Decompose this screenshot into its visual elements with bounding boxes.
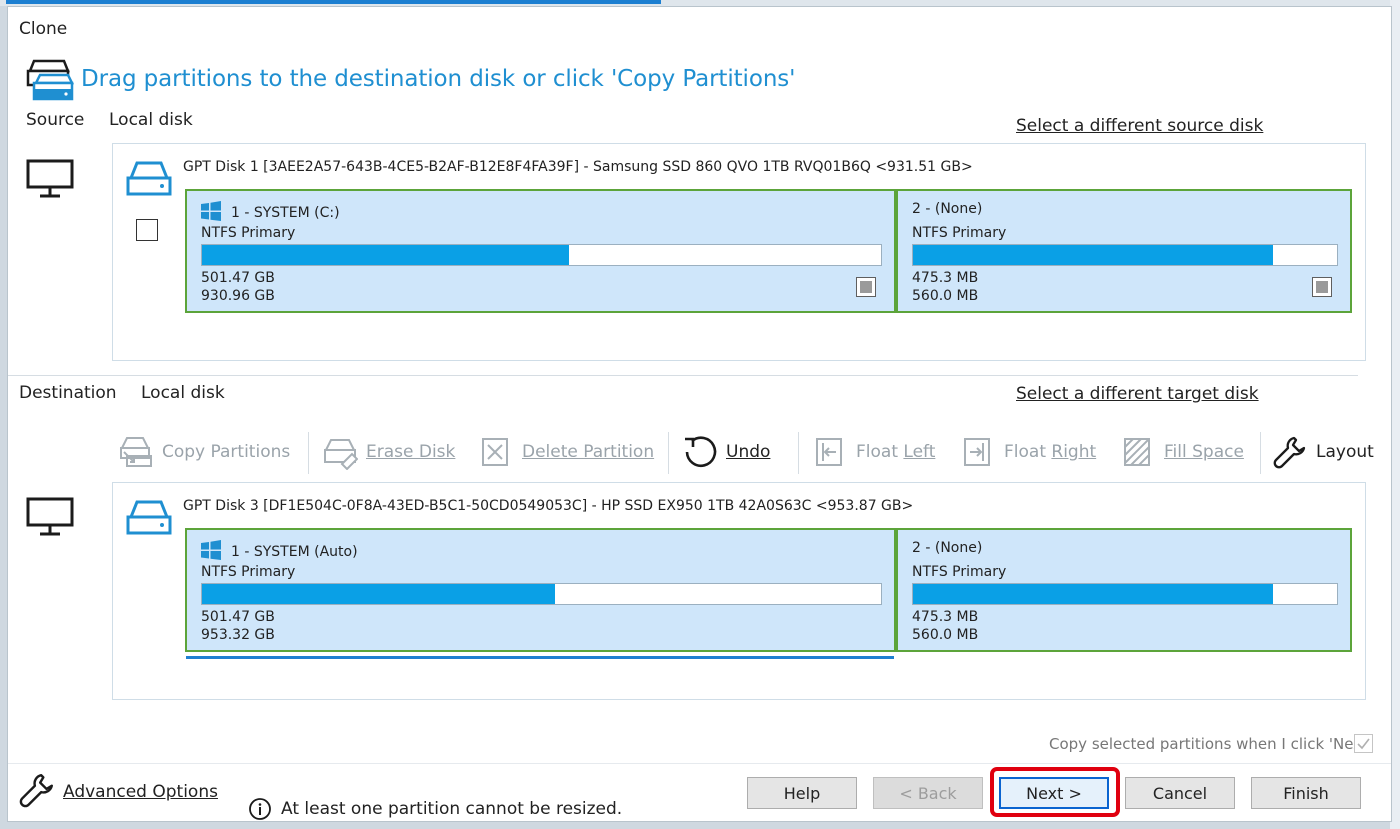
toolbar-separator	[308, 432, 309, 474]
destination-disk-title: GPT Disk 3 [DF1E504C-0F8A-43ED-B5C1-50CD…	[183, 498, 914, 514]
float-left-icon	[816, 438, 842, 466]
partition-name: 1 - SYSTEM (C:)	[201, 201, 340, 221]
undo-button[interactable]: Undo	[682, 432, 770, 472]
partition-usage-bar	[201, 583, 882, 605]
partition-name: 2 - (None)	[912, 540, 983, 556]
partition-usage-bar	[201, 244, 882, 266]
select-target-disk-link[interactable]: Select a different target disk	[1016, 384, 1259, 404]
undo-icon	[685, 436, 717, 468]
partition-usage-bar	[912, 244, 1338, 266]
source-disk-type: Local disk	[109, 110, 193, 130]
float-right-button[interactable]: Float Right	[960, 432, 1096, 472]
fill-space-button[interactable]: Fill Space	[1120, 432, 1244, 472]
float-right-icon	[964, 438, 990, 466]
partition-name: 2 - (None)	[912, 201, 983, 217]
copy-selected-label: Copy selected partitions when I click 'N…	[1049, 735, 1373, 753]
destination-label: Destination	[19, 383, 117, 403]
resize-warning-text: At least one partition cannot be resized…	[281, 799, 623, 819]
windows-icon	[201, 540, 221, 560]
toolbar-separator	[1260, 432, 1261, 474]
computer-icon	[26, 497, 74, 536]
dialog-title: Clone	[19, 19, 68, 39]
partition-checkbox[interactable]	[1312, 277, 1332, 297]
help-button[interactable]: Help	[747, 777, 857, 809]
source-disk-checkbox[interactable]	[136, 219, 158, 241]
disk-drive-icon	[126, 161, 172, 196]
partition-type: NTFS Primary	[201, 564, 296, 580]
delete-partition-button[interactable]: Delete Partition	[478, 432, 654, 472]
source-disk-panel: GPT Disk 1 [3AEE2A57-643B-4CE5-B2AF-B12E…	[112, 143, 1366, 361]
instruction-header: Drag partitions to the destination disk …	[81, 66, 796, 92]
section-divider	[8, 375, 1358, 376]
finish-button[interactable]: Finish	[1251, 777, 1361, 809]
toolbar-separator	[798, 432, 799, 474]
partition-checkbox[interactable]	[856, 277, 876, 297]
layout-button[interactable]: Layout	[1272, 432, 1374, 472]
clone-disks-icon	[26, 59, 75, 101]
partition-total-size: 953.32 GB	[201, 627, 275, 643]
disk-drive-icon	[126, 500, 172, 535]
partition-total-size: 930.96 GB	[201, 288, 275, 304]
clone-dialog: Clone Drag partitions to the destination…	[7, 6, 1392, 822]
copy-partitions-icon	[120, 437, 152, 467]
partition-used-size: 501.47 GB	[201, 609, 275, 625]
toolbar-separator	[668, 432, 669, 474]
windows-icon	[201, 201, 221, 221]
destination-partition-1[interactable]: 1 - SYSTEM (Auto) NTFS Primary 501.47 GB…	[185, 528, 896, 652]
wrench-icon	[1273, 436, 1306, 469]
source-partition-1[interactable]: 1 - SYSTEM (C:) NTFS Primary 501.47 GB 9…	[185, 189, 896, 313]
destination-partition-2[interactable]: 2 - (None) NTFS Primary 475.3 MB 560.0 M…	[896, 528, 1352, 652]
fill-space-icon	[1124, 438, 1150, 466]
source-label: Source	[26, 110, 85, 130]
computer-icon	[26, 159, 74, 198]
next-button-highlight	[990, 767, 1120, 817]
partition-usage-bar	[912, 583, 1338, 605]
advanced-options-link[interactable]: Advanced Options	[63, 782, 218, 802]
wrench-icon	[19, 774, 53, 808]
erase-disk-button[interactable]: Erase Disk	[322, 432, 455, 472]
partition-used-size: 475.3 MB	[912, 609, 979, 625]
delete-partition-icon	[482, 438, 508, 466]
copy-partitions-button[interactable]: Copy Partitions	[118, 432, 290, 472]
partition-type: NTFS Primary	[912, 564, 1007, 580]
partition-total-size: 560.0 MB	[912, 627, 979, 643]
select-source-disk-link[interactable]: Select a different source disk	[1016, 116, 1263, 136]
destination-disk-type: Local disk	[141, 383, 225, 403]
back-button[interactable]: < Back	[873, 777, 983, 809]
cancel-button[interactable]: Cancel	[1125, 777, 1235, 809]
background-accent-line	[6, 0, 661, 4]
footer-divider	[8, 763, 1391, 764]
partition-selection-underline	[186, 656, 894, 659]
float-left-button[interactable]: Float Left	[812, 432, 935, 472]
erase-disk-icon	[324, 439, 358, 470]
partition-type: NTFS Primary	[912, 225, 1007, 241]
source-partition-2[interactable]: 2 - (None) NTFS Primary 475.3 MB 560.0 M…	[896, 189, 1352, 313]
copy-selected-checkbox[interactable]	[1354, 734, 1373, 753]
partition-type: NTFS Primary	[201, 225, 296, 241]
source-disk-title: GPT Disk 1 [3AEE2A57-643B-4CE5-B2AF-B12E…	[183, 159, 973, 175]
info-icon	[249, 798, 271, 820]
partition-name: 1 - SYSTEM (Auto)	[201, 540, 358, 560]
partition-used-size: 475.3 MB	[912, 270, 979, 286]
partition-total-size: 560.0 MB	[912, 288, 979, 304]
destination-disk-panel: GPT Disk 3 [DF1E504C-0F8A-43ED-B5C1-50CD…	[112, 482, 1366, 700]
partition-used-size: 501.47 GB	[201, 270, 275, 286]
checkmark-icon	[1357, 738, 1370, 750]
